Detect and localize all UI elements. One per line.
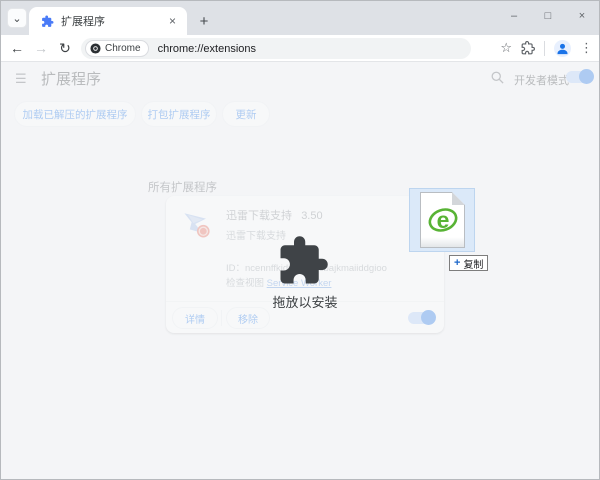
svg-text:e: e [437,207,450,233]
person-icon [555,41,570,56]
toolbar-right: ☆ ⋮ [500,35,593,61]
browser-menu-icon[interactable]: ⋮ [580,40,593,56]
extension-name: 迅雷下载支持 [226,210,292,222]
footer-separator [221,310,222,326]
copy-label: 复制 [463,256,483,271]
tab-list-chevron-button[interactable]: ⌄ [7,8,27,28]
chevron-down-icon: ⌄ [12,12,21,25]
extension-enable-toggle[interactable] [408,312,434,324]
new-tab-button[interactable]: + [193,10,215,32]
chrome-logo-icon [90,43,101,54]
url-text[interactable]: chrome://extensions [158,43,256,55]
plus-icon: + [454,257,460,269]
id-label: ID： [226,263,245,274]
folded-corner-flap [452,192,465,205]
drop-to-install-label: 拖放以安装 [166,292,444,311]
back-icon[interactable]: ← [5,40,29,56]
page-title: 扩展程序 [41,68,101,89]
toggle-knob [421,310,436,325]
address-bar[interactable]: Chrome chrome://extensions [81,38,471,59]
browser-window: ⌄ 扩展程序 × + – □ × ← → ↻ [0,0,600,480]
extension-name-row: 迅雷下载支持 3.50 [226,207,323,223]
close-button[interactable]: × [565,1,599,31]
extensions-page: ☰ 扩展程序 开发者模式 加载已解压的扩展程序 打包扩展程序 更新 所有扩展程序 [1,61,599,480]
browser-toolbar: ← → ↻ Chrome chrome://extensions ☆ [1,35,599,61]
window-controls: – □ × [497,1,599,31]
dragged-file: e [409,188,475,252]
drop-puzzle-icon [276,234,330,288]
update-button[interactable]: 更新 [223,102,269,126]
ie-e-logo-icon: e [427,204,459,236]
reload-icon[interactable]: ↻ [53,40,77,57]
extension-version: 3.50 [301,210,322,222]
developer-mode-toggle[interactable] [566,71,592,83]
load-unpacked-button[interactable]: 加载已解压的扩展程序 [15,102,135,126]
toolbar-separator [544,41,545,56]
minimize-button[interactable]: – [497,1,531,31]
hamburger-menu-icon[interactable]: ☰ [15,71,27,87]
tab-strip: ⌄ 扩展程序 × + – □ × [1,1,599,35]
plus-icon: + [200,13,209,30]
search-icon[interactable] [490,70,505,85]
drag-copy-tooltip: + 复制 [449,255,488,271]
all-extensions-label: 所有扩展程序 [148,179,217,195]
tab-title: 扩展程序 [61,13,166,29]
thunder-extension-icon [179,206,215,242]
toggle-knob [579,69,594,84]
maximize-button[interactable]: □ [531,1,565,31]
extensions-menu-icon[interactable] [521,41,535,55]
profile-avatar[interactable] [554,40,571,57]
chrome-badge[interactable]: Chrome [85,40,149,57]
bookmark-star-icon[interactable]: ☆ [500,40,512,56]
inspect-label: 检查视图 [226,278,264,289]
file-document-icon: e [420,192,465,248]
tab-extensions[interactable]: 扩展程序 × [29,7,187,35]
chrome-badge-label: Chrome [105,43,141,54]
forward-icon[interactable]: → [29,40,53,56]
extension-favicon-icon [41,15,54,28]
developer-mode-label: 开发者模式 [514,72,569,88]
pack-extension-button[interactable]: 打包扩展程序 [142,102,216,126]
document-shading [421,237,464,247]
tab-close-icon[interactable]: × [166,14,179,28]
